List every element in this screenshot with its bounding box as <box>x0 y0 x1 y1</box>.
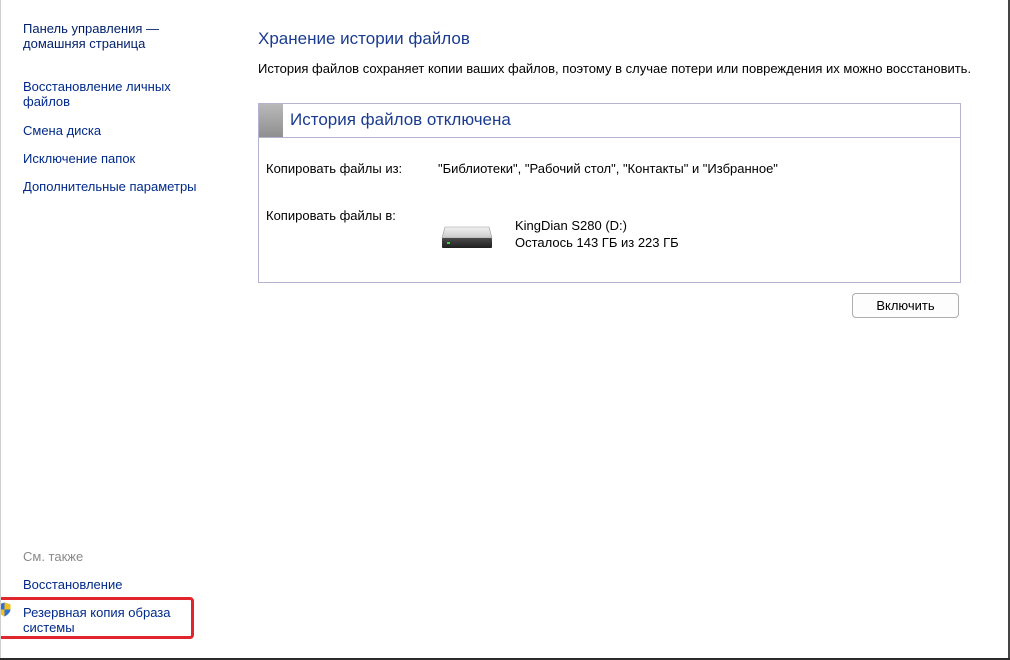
nav-restore-personal-files-link[interactable]: Восстановление личных файлов <box>23 79 203 109</box>
nav-advanced-settings-link[interactable]: Дополнительные параметры <box>23 179 233 194</box>
window-left-border <box>0 0 1 660</box>
backup-drive-name: KingDian S280 (D:) <box>515 218 627 233</box>
hard-drive-icon <box>441 226 493 248</box>
status-indicator-square <box>259 104 283 137</box>
nav-control-panel-home-link[interactable]: Панель управления — домашняя страница <box>23 21 193 51</box>
copy-from-value: "Библиотеки", "Рабочий стол", "Контакты"… <box>438 161 778 176</box>
see-also-heading: См. также <box>23 549 84 564</box>
nav-change-disk-link[interactable]: Смена диска <box>23 123 223 138</box>
nav-exclude-folders-link[interactable]: Исключение папок <box>23 151 223 166</box>
uac-shield-icon <box>0 602 11 617</box>
page-title: Хранение истории файлов <box>258 29 470 48</box>
status-panel-header: История файлов отключена <box>259 104 960 138</box>
nav-recovery-link[interactable]: Восстановление <box>23 577 223 592</box>
file-history-status-panel: История файлов отключена Копировать файл… <box>258 103 961 283</box>
nav-system-image-backup-link[interactable]: Резервная копия образа системы <box>23 605 198 635</box>
enable-button[interactable]: Включить <box>852 293 959 318</box>
file-history-window: Панель управления — домашняя страница Во… <box>0 0 1010 660</box>
left-navigation-pane: Панель управления — домашняя страница Во… <box>0 0 236 660</box>
backup-drive-free-space: Осталось 143 ГБ из 223 ГБ <box>515 235 679 250</box>
copy-to-label: Копировать файлы в: <box>266 208 396 223</box>
status-panel-title: История файлов отключена <box>290 110 511 129</box>
page-description: История файлов сохраняет копии ваших фай… <box>258 61 972 76</box>
copy-from-label: Копировать файлы из: <box>266 161 403 176</box>
